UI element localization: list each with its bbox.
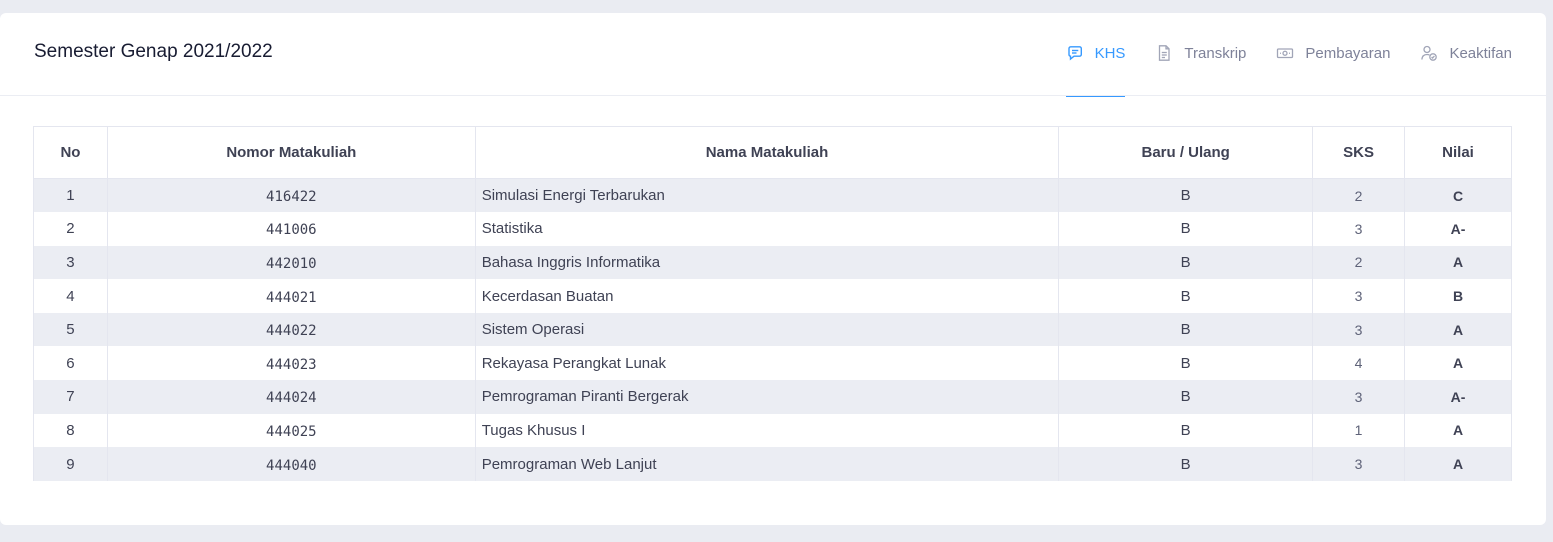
cell-kode: 441006 [106, 212, 476, 246]
tab-keaktifan[interactable]: Keaktifan [1420, 13, 1512, 96]
tab-transkrip-label: Transkrip [1184, 44, 1247, 62]
chat-icon [1066, 44, 1084, 62]
cell-status: B [1058, 413, 1314, 448]
cell-status: B [1058, 279, 1314, 313]
header-nomor-matakuliah: Nomor Matakuliah [106, 126, 476, 179]
cell-sks: 1 [1312, 413, 1406, 448]
cell-nama: Simulasi Energi Terbarukan [474, 178, 1060, 213]
khs-table: No Nomor Matakuliah Nama Matakuliah Baru… [33, 126, 1512, 481]
cell-nilai: A- [1404, 212, 1512, 246]
header-no: No [33, 126, 108, 179]
cell-kode: 442010 [106, 245, 476, 280]
header-nilai: Nilai [1404, 126, 1512, 179]
cell-kode: 444021 [106, 279, 476, 313]
page-title: Semester Genap 2021/2022 [34, 41, 273, 62]
cell-no: 3 [33, 245, 108, 280]
cell-sks: 2 [1312, 245, 1406, 280]
tab-transkrip[interactable]: Transkrip [1155, 13, 1246, 96]
header-nama-matakuliah: Nama Matakuliah [474, 126, 1060, 179]
cell-status: B [1058, 447, 1314, 481]
header-baru-ulang: Baru / Ulang [1058, 126, 1314, 179]
cell-nilai: C [1404, 178, 1512, 213]
cell-nilai: A [1404, 346, 1512, 381]
cell-kode: 444023 [106, 346, 476, 381]
user-check-icon [1420, 44, 1438, 62]
tab-khs[interactable]: KHS [1065, 13, 1126, 97]
tab-pembayaran-label: Pembayaran [1305, 44, 1391, 62]
khs-table-wrapper: No Nomor Matakuliah Nama Matakuliah Baru… [33, 126, 1512, 481]
cell-nilai: A- [1404, 380, 1512, 414]
khs-card: Semester Genap 2021/2022 KHS Transkrip P… [0, 13, 1546, 525]
cell-kode: 416422 [106, 178, 476, 213]
cell-kode: 444024 [106, 380, 476, 414]
card-header: Semester Genap 2021/2022 KHS Transkrip P… [0, 13, 1546, 97]
cell-nilai: A [1404, 447, 1512, 481]
tab-khs-label: KHS [1094, 44, 1126, 62]
cell-nama: Statistika [474, 212, 1060, 246]
cell-nama: Bahasa Inggris Informatika [474, 245, 1060, 280]
cell-status: B [1058, 380, 1314, 414]
cell-no: 8 [33, 413, 108, 448]
cell-no: 1 [33, 178, 108, 213]
cell-status: B [1058, 212, 1314, 246]
cell-nama: Sistem Operasi [474, 312, 1060, 347]
table-row: 2 441006 Statistika B 3 A- [33, 212, 1512, 246]
cell-sks: 3 [1312, 279, 1406, 313]
cell-sks: 3 [1312, 212, 1406, 246]
cell-sks: 3 [1312, 447, 1406, 481]
table-body: 1 416422 Simulasi Energi Terbarukan B 2 … [33, 178, 1512, 481]
table-row: 9 444040 Pemrograman Web Lanjut B 3 A [33, 447, 1512, 481]
cell-nilai: B [1404, 279, 1512, 313]
table-row: 4 444021 Kecerdasan Buatan B 3 B [33, 279, 1512, 313]
cell-no: 9 [33, 447, 108, 481]
table-header-row: No Nomor Matakuliah Nama Matakuliah Baru… [33, 126, 1512, 179]
cell-nama: Kecerdasan Buatan [474, 279, 1060, 313]
cell-no: 4 [33, 279, 108, 313]
cell-no: 7 [33, 380, 108, 414]
cell-nilai: A [1404, 413, 1512, 448]
cell-sks: 3 [1312, 380, 1406, 414]
cell-sks: 2 [1312, 178, 1406, 213]
table-row: 5 444022 Sistem Operasi B 3 A [33, 312, 1512, 347]
table-row: 6 444023 Rekayasa Perangkat Lunak B 4 A [33, 346, 1512, 381]
table-row: 3 442010 Bahasa Inggris Informatika B 2 … [33, 245, 1512, 280]
header-sks: SKS [1312, 126, 1406, 179]
cell-nilai: A [1404, 312, 1512, 347]
cell-no: 5 [33, 312, 108, 347]
cell-sks: 4 [1312, 346, 1406, 381]
cell-kode: 444040 [106, 447, 476, 481]
cell-sks: 3 [1312, 312, 1406, 347]
document-icon [1155, 44, 1173, 62]
cell-nama: Pemrograman Web Lanjut [474, 447, 1060, 481]
cell-no: 2 [33, 212, 108, 246]
table-row: 1 416422 Simulasi Energi Terbarukan B 2 … [33, 178, 1512, 213]
cell-kode: 444022 [106, 312, 476, 347]
cell-status: B [1058, 245, 1314, 280]
cell-nilai: A [1404, 245, 1512, 280]
cell-nama: Pemrograman Piranti Bergerak [474, 380, 1060, 414]
cell-status: B [1058, 312, 1314, 347]
tab-pembayaran[interactable]: Pembayaran [1276, 13, 1390, 96]
cell-kode: 444025 [106, 413, 476, 448]
table-row: 8 444025 Tugas Khusus I B 1 A [33, 413, 1512, 448]
tab-keaktifan-label: Keaktifan [1449, 44, 1512, 62]
cell-nama: Rekayasa Perangkat Lunak [474, 346, 1060, 381]
cell-no: 6 [33, 346, 108, 381]
tab-bar: KHS Transkrip Pembayaran Keaktifan [1036, 13, 1512, 97]
table-row: 7 444024 Pemrograman Piranti Bergerak B … [33, 380, 1512, 414]
cell-status: B [1058, 346, 1314, 381]
cell-nama: Tugas Khusus I [474, 413, 1060, 448]
cell-status: B [1058, 178, 1314, 213]
money-icon [1276, 44, 1294, 62]
